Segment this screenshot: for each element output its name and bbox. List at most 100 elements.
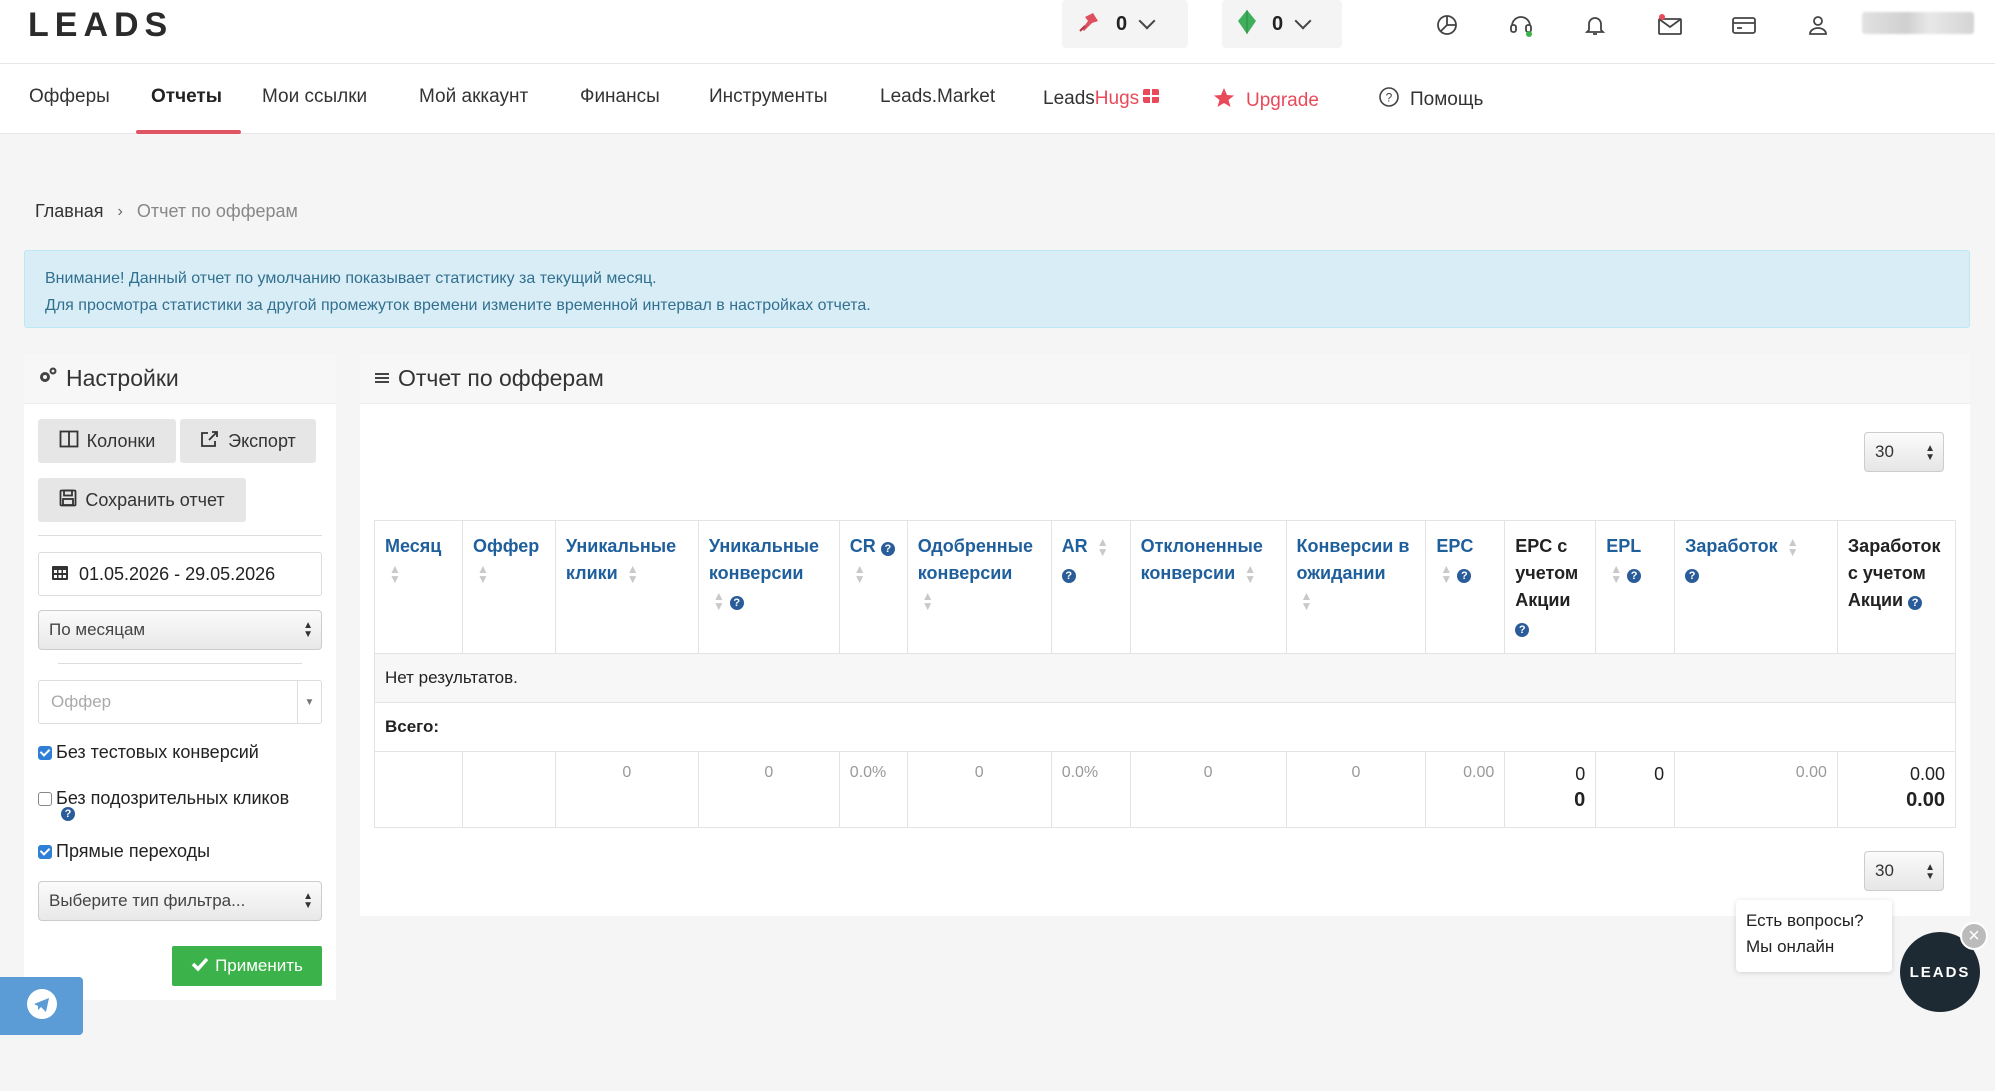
chat-bubble[interactable]: Есть вопросы? Мы онлайн bbox=[1736, 900, 1892, 972]
nav-my-account[interactable]: Мой аккаунт bbox=[419, 86, 528, 108]
col-offer[interactable]: Оффер ▲ ▼ bbox=[461, 520, 556, 654]
total-epc: 0.00 bbox=[1425, 751, 1506, 828]
nav-offers[interactable]: Офферы bbox=[29, 86, 110, 108]
total-earnings-promo-value: 0.00 bbox=[1909, 764, 1945, 784]
help-icon[interactable]: ? bbox=[61, 807, 75, 821]
balance-a-value: 0 bbox=[1116, 12, 1128, 35]
save-report-button[interactable]: Сохранить отчет bbox=[38, 478, 246, 522]
nav-reports[interactable]: Отчеты bbox=[151, 86, 222, 108]
mail-icon[interactable] bbox=[1655, 10, 1685, 40]
apply-button[interactable]: Применить bbox=[172, 946, 322, 986]
per-page-select-bottom[interactable]: 30 ▲ ▼ bbox=[1864, 851, 1944, 891]
total-epc-promo-value: 0 bbox=[1575, 764, 1586, 784]
help-icon[interactable]: ? bbox=[729, 596, 744, 610]
breadcrumb-home[interactable]: Главная bbox=[35, 201, 104, 222]
per-page-value: 30 bbox=[1875, 861, 1894, 880]
columns-button[interactable]: Колонки bbox=[38, 419, 176, 463]
checkbox-direct-traffic[interactable]: Прямые переходы bbox=[38, 841, 210, 862]
nav-my-links[interactable]: Мои ссылки bbox=[262, 86, 367, 108]
col-unique-clicks[interactable]: Уникальные клики ▲ ▼ bbox=[554, 520, 699, 654]
col-pending-label: Конверсии в ожидании bbox=[1296, 536, 1410, 583]
stats-chart-icon[interactable] bbox=[1432, 10, 1462, 40]
col-month[interactable]: Месяц ▲ ▼ bbox=[374, 520, 463, 654]
sort-icon[interactable]: ▲ ▼ bbox=[1097, 536, 1109, 558]
report-title: Отчет по офферам bbox=[398, 365, 604, 391]
nav-help-label: Помощь bbox=[1410, 89, 1484, 110]
export-icon bbox=[200, 430, 220, 453]
col-epl[interactable]: EPL ▲ ▼ ? bbox=[1595, 520, 1676, 654]
help-icon[interactable]: ? bbox=[1908, 596, 1923, 610]
help-icon[interactable]: ? bbox=[1061, 569, 1076, 583]
help-icon[interactable]: ? bbox=[1627, 569, 1642, 583]
floppy-disk-icon bbox=[59, 489, 77, 512]
sort-icon[interactable]: ▲ ▼ bbox=[477, 563, 489, 585]
col-ar[interactable]: AR ▲ ▼? bbox=[1050, 520, 1131, 654]
balance-dropdown-b[interactable]: 0 bbox=[1222, 0, 1342, 48]
wallet-icon[interactable] bbox=[1729, 10, 1759, 40]
nav-help[interactable]: ? Помощь bbox=[1378, 86, 1483, 114]
sort-icon[interactable]: ▲ ▼ bbox=[1610, 563, 1622, 585]
filter-type-select[interactable]: Выберите тип фильтра... ▲ ▼ bbox=[38, 881, 322, 921]
active-tab-indicator bbox=[136, 130, 241, 134]
sort-icon[interactable]: ▲ ▼ bbox=[922, 590, 934, 612]
sort-icon[interactable]: ▲ ▼ bbox=[854, 563, 866, 585]
support-icon[interactable] bbox=[1506, 10, 1536, 40]
group-by-select[interactable]: По месяцам ▲ ▼ bbox=[38, 610, 322, 650]
select-arrows-icon: ▲ ▼ bbox=[303, 891, 313, 911]
checkbox-checked[interactable] bbox=[38, 745, 52, 760]
bell-icon[interactable] bbox=[1580, 10, 1610, 40]
checkbox-checked[interactable] bbox=[38, 844, 52, 859]
chat-line-2: Мы онлайн bbox=[1746, 937, 1835, 956]
date-range-value: 01.05.2026 - 29.05.2026 bbox=[79, 563, 276, 584]
select-arrows-icon: ▲ ▼ bbox=[1925, 862, 1935, 882]
help-icon[interactable]: ? bbox=[1685, 569, 1700, 583]
sort-icon[interactable]: ▲ ▼ bbox=[1440, 563, 1452, 585]
nav-upgrade[interactable]: Upgrade bbox=[1212, 86, 1319, 116]
col-offer-label: Оффер bbox=[472, 536, 540, 556]
telegram-button[interactable] bbox=[0, 977, 83, 1035]
sort-icon[interactable]: ▲ ▼ bbox=[627, 563, 639, 585]
columns-icon bbox=[59, 430, 79, 453]
checkbox-no-suspicious-clicks[interactable]: Без подозрительных кликов bbox=[38, 788, 289, 809]
col-epc[interactable]: EPC ▲ ▼ ? bbox=[1425, 520, 1506, 654]
per-page-select-top[interactable]: 30 ▲ ▼ bbox=[1864, 432, 1944, 472]
sort-icon[interactable]: ▲ ▼ bbox=[1301, 590, 1313, 612]
help-icon[interactable]: ? bbox=[1457, 569, 1472, 583]
user-icon[interactable] bbox=[1803, 10, 1833, 40]
table-row-empty: Нет результатов. bbox=[374, 653, 1956, 703]
col-cr-label: CR bbox=[849, 536, 876, 556]
nav-leads-market[interactable]: Leads.Market bbox=[880, 86, 995, 108]
col-unique-conversions[interactable]: Уникальные конверсии ▲ ▼ ? bbox=[697, 520, 840, 654]
checkbox-unchecked[interactable] bbox=[38, 791, 52, 806]
nav-tools[interactable]: Инструменты bbox=[709, 86, 827, 108]
sort-icon[interactable]: ▲ ▼ bbox=[1244, 563, 1256, 585]
nav-finance[interactable]: Финансы bbox=[580, 86, 660, 108]
export-button[interactable]: Экспорт bbox=[180, 419, 316, 463]
help-icon[interactable]: ? bbox=[880, 542, 895, 556]
total-epc-promo: 00 bbox=[1504, 751, 1597, 828]
help-icon[interactable]: ? bbox=[1515, 623, 1530, 637]
checkbox-no-test-conversions[interactable]: Без тестовых конверсий bbox=[38, 742, 259, 763]
col-unique-clicks-label: Уникальные клики bbox=[565, 536, 677, 583]
user-name-blurred[interactable] bbox=[1862, 12, 1974, 34]
sort-icon[interactable]: ▲ ▼ bbox=[389, 563, 401, 585]
sort-icon[interactable]: ▲ ▼ bbox=[1787, 536, 1799, 558]
col-earnings-label: Заработок bbox=[1685, 536, 1778, 556]
col-rejected-conversions[interactable]: Отклоненные конверсии ▲ ▼ bbox=[1129, 520, 1287, 654]
col-cr[interactable]: CR ? ▲ ▼ bbox=[838, 520, 908, 654]
sort-icon[interactable]: ▲ ▼ bbox=[713, 590, 725, 612]
col-earnings-promo: Заработок с учетом Акции ? bbox=[1836, 520, 1957, 654]
balance-dropdown-a[interactable]: 0 bbox=[1062, 0, 1188, 48]
col-earnings[interactable]: Заработок ▲ ▼? bbox=[1674, 520, 1838, 654]
nav-leads-hugs[interactable]: Leads Hugs bbox=[1043, 86, 1161, 112]
col-pending-conversions[interactable]: Конверсии в ожидании ▲ ▼ bbox=[1285, 520, 1427, 654]
total-pending: 0 bbox=[1285, 751, 1427, 828]
calendar-icon bbox=[51, 563, 69, 586]
logo[interactable]: LEADS bbox=[28, 6, 173, 45]
col-approved-conversions[interactable]: Одобренные конверсии ▲ ▼ bbox=[906, 520, 1052, 654]
close-icon[interactable]: × bbox=[1960, 922, 1988, 950]
date-range-input[interactable]: 01.05.2026 - 29.05.2026 bbox=[38, 552, 322, 596]
offer-select[interactable]: Оффер ▼ bbox=[38, 680, 322, 724]
select-arrows-icon: ▲ ▼ bbox=[303, 620, 313, 640]
select-arrows-icon: ▲ ▼ bbox=[1925, 443, 1935, 463]
